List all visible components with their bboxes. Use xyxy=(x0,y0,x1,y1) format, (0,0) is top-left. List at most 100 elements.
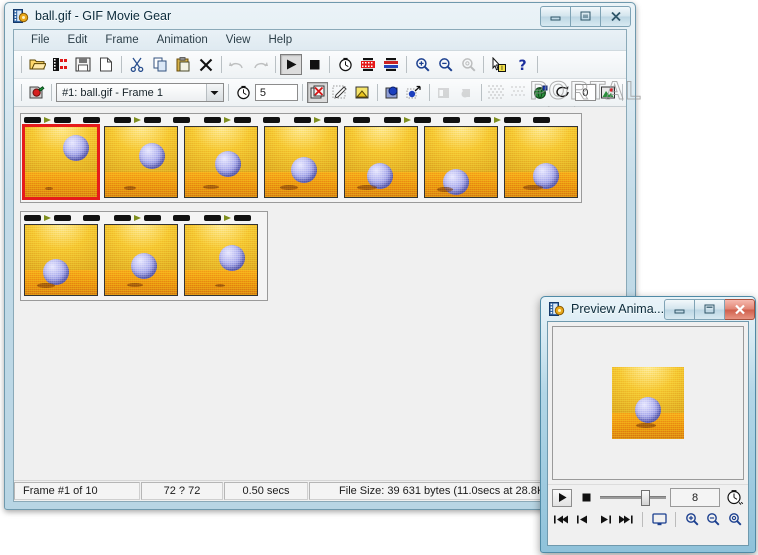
cut-icon[interactable] xyxy=(126,54,148,75)
preview-navigation-row xyxy=(552,510,744,528)
frame-delay-input[interactable]: 5 xyxy=(254,84,299,101)
preview-speed-slider[interactable] xyxy=(600,489,666,506)
insert-frame-after-icon[interactable] xyxy=(380,54,402,75)
palette-icon[interactable] xyxy=(26,82,47,103)
preview-zoom-actual-icon[interactable] xyxy=(726,510,744,528)
undo-icon[interactable] xyxy=(226,54,248,75)
app-filmstrip-icon xyxy=(549,302,565,316)
slider-track xyxy=(600,496,666,499)
whats-this-icon[interactable]: i xyxy=(488,54,510,75)
frame-thumb-8[interactable] xyxy=(24,224,98,296)
frame-thumb-6[interactable] xyxy=(424,126,498,198)
minimize-button[interactable] xyxy=(540,5,571,27)
background-color-icon[interactable] xyxy=(382,82,403,103)
transparent-color-icon[interactable] xyxy=(404,82,425,103)
zoom-out-icon[interactable] xyxy=(434,54,456,75)
globe-icon[interactable] xyxy=(530,82,551,103)
preview-zoom-in-icon[interactable] xyxy=(683,510,701,528)
insert-frame-before-icon[interactable] xyxy=(357,54,379,75)
preview-minimize-button[interactable] xyxy=(664,298,696,320)
zoom-actual-icon[interactable] xyxy=(457,54,479,75)
preview-next-frame-button[interactable] xyxy=(596,510,614,528)
preview-play-button[interactable] xyxy=(552,488,572,507)
preview-window-buttons xyxy=(664,298,756,320)
menu-view[interactable]: View xyxy=(217,32,260,48)
delete-icon[interactable] xyxy=(195,54,217,75)
preview-transport-row: 8 xyxy=(552,488,744,507)
frame-select[interactable]: #1: ball.gif - Frame 1 xyxy=(56,83,224,102)
frame-noise xyxy=(265,127,337,197)
preview-canvas[interactable] xyxy=(552,326,744,480)
preview-close-button[interactable] xyxy=(725,298,756,320)
frame-thumb-2[interactable] xyxy=(104,126,178,198)
chevron-down-icon[interactable] xyxy=(205,84,223,101)
save-icon[interactable] xyxy=(72,54,94,75)
frame-thumb-7[interactable] xyxy=(504,126,578,198)
preview-stop-button[interactable] xyxy=(576,489,596,507)
maximize-button[interactable] xyxy=(571,5,601,27)
stop-icon[interactable] xyxy=(303,54,325,75)
frame-thumb-10[interactable] xyxy=(184,224,258,296)
menu-edit[interactable]: Edit xyxy=(59,32,97,48)
checker-1-icon[interactable] xyxy=(486,82,507,103)
svg-text:?: ? xyxy=(518,58,526,72)
copy-icon[interactable] xyxy=(149,54,171,75)
frame-thumb-1[interactable] xyxy=(22,124,100,200)
close-button[interactable] xyxy=(601,5,631,27)
select-shape-icon[interactable] xyxy=(456,82,477,103)
main-titlebar[interactable]: ball.gif - GIF Movie Gear xyxy=(5,3,635,29)
status-filesize: File Size: 39 631 bytes (11.0secs at 28.… xyxy=(309,482,578,500)
preview-fit-screen-icon[interactable] xyxy=(650,510,668,528)
preview-zoom-out-icon[interactable] xyxy=(705,510,723,528)
frame-thumb-9[interactable] xyxy=(104,224,178,296)
insert-frames-icon[interactable] xyxy=(49,54,71,75)
align-left-icon[interactable] xyxy=(434,82,455,103)
preview-prev-frame-button[interactable] xyxy=(574,510,592,528)
preview-last-frame-button[interactable] xyxy=(617,510,635,528)
frame-noise xyxy=(185,127,257,197)
loop-icon[interactable] xyxy=(553,82,574,103)
frame-select-value: #1: ball.gif - Frame 1 xyxy=(62,86,163,99)
crop-icon[interactable] xyxy=(352,82,373,103)
frame-noise xyxy=(25,225,97,295)
menu-help[interactable]: Help xyxy=(259,32,301,48)
filmstrip-workarea[interactable] xyxy=(14,107,626,480)
filmstrip-cells-row1 xyxy=(21,124,581,202)
loop-count-input[interactable]: 0 xyxy=(574,84,596,101)
paste-icon[interactable] xyxy=(172,54,194,75)
preview-titlebar[interactable]: Preview Anima... xyxy=(541,297,756,321)
frame-noise xyxy=(105,225,177,295)
frame-thumb-4[interactable] xyxy=(264,126,338,198)
zoom-in-icon[interactable] xyxy=(411,54,433,75)
filmstrip-row xyxy=(20,113,582,203)
timing-icon[interactable] xyxy=(334,54,356,75)
preview-separator xyxy=(642,511,644,527)
frame-noise xyxy=(612,367,684,439)
play-icon[interactable] xyxy=(280,54,302,75)
open-icon[interactable] xyxy=(26,54,48,75)
checker-2-icon[interactable] xyxy=(508,82,529,103)
preview-maximize-button[interactable] xyxy=(695,298,726,320)
toolbar-main: i ? xyxy=(14,51,626,79)
clock-icon[interactable] xyxy=(726,489,744,507)
frame-noise xyxy=(425,127,497,197)
help-icon[interactable]: ? xyxy=(511,54,533,75)
loop-count-value: 0 xyxy=(582,86,589,99)
slider-thumb[interactable] xyxy=(640,489,650,506)
redo-icon[interactable] xyxy=(249,54,271,75)
frame-thumb-3[interactable] xyxy=(184,126,258,198)
frame-thumb-5[interactable] xyxy=(344,126,418,198)
menubar: File Edit Frame Animation View Help xyxy=(14,30,626,51)
preview-frame-image xyxy=(612,367,684,439)
menu-file[interactable]: File xyxy=(22,32,59,48)
eyedropper-icon[interactable] xyxy=(329,82,350,103)
frame-noise xyxy=(345,127,417,197)
transparency-icon[interactable] xyxy=(307,82,329,103)
new-icon[interactable] xyxy=(95,54,117,75)
menu-frame[interactable]: Frame xyxy=(96,32,147,48)
preview-speed-value[interactable]: 8 xyxy=(670,488,720,507)
image-properties-icon[interactable] xyxy=(597,82,618,103)
frame-noise xyxy=(105,127,177,197)
menu-animation[interactable]: Animation xyxy=(148,32,217,48)
preview-first-frame-button[interactable] xyxy=(552,510,570,528)
